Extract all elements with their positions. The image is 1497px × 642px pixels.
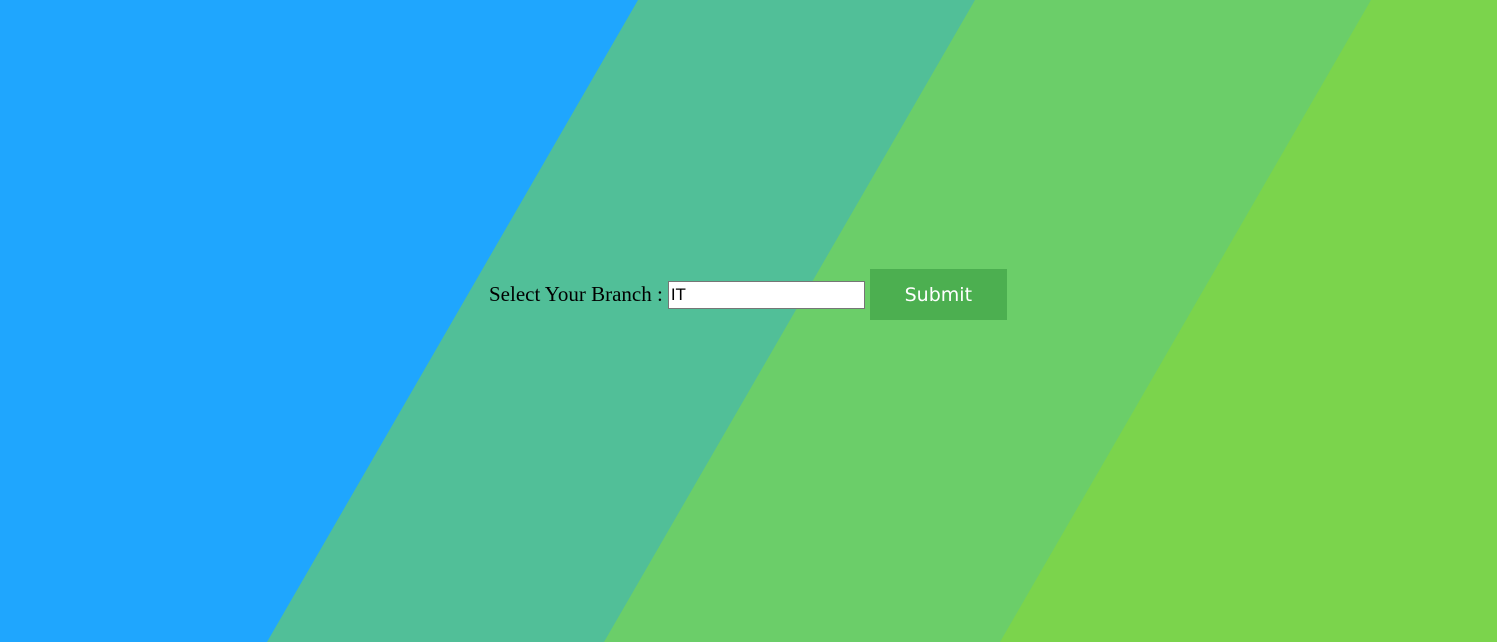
submit-button[interactable]: Submit	[869, 269, 1007, 320]
branch-input[interactable]	[667, 280, 865, 309]
branch-label: Select Your Branch :	[489, 282, 663, 306]
background-stripes	[0, 0, 1497, 642]
branch-form: Select Your Branch : Submit	[489, 269, 1007, 320]
